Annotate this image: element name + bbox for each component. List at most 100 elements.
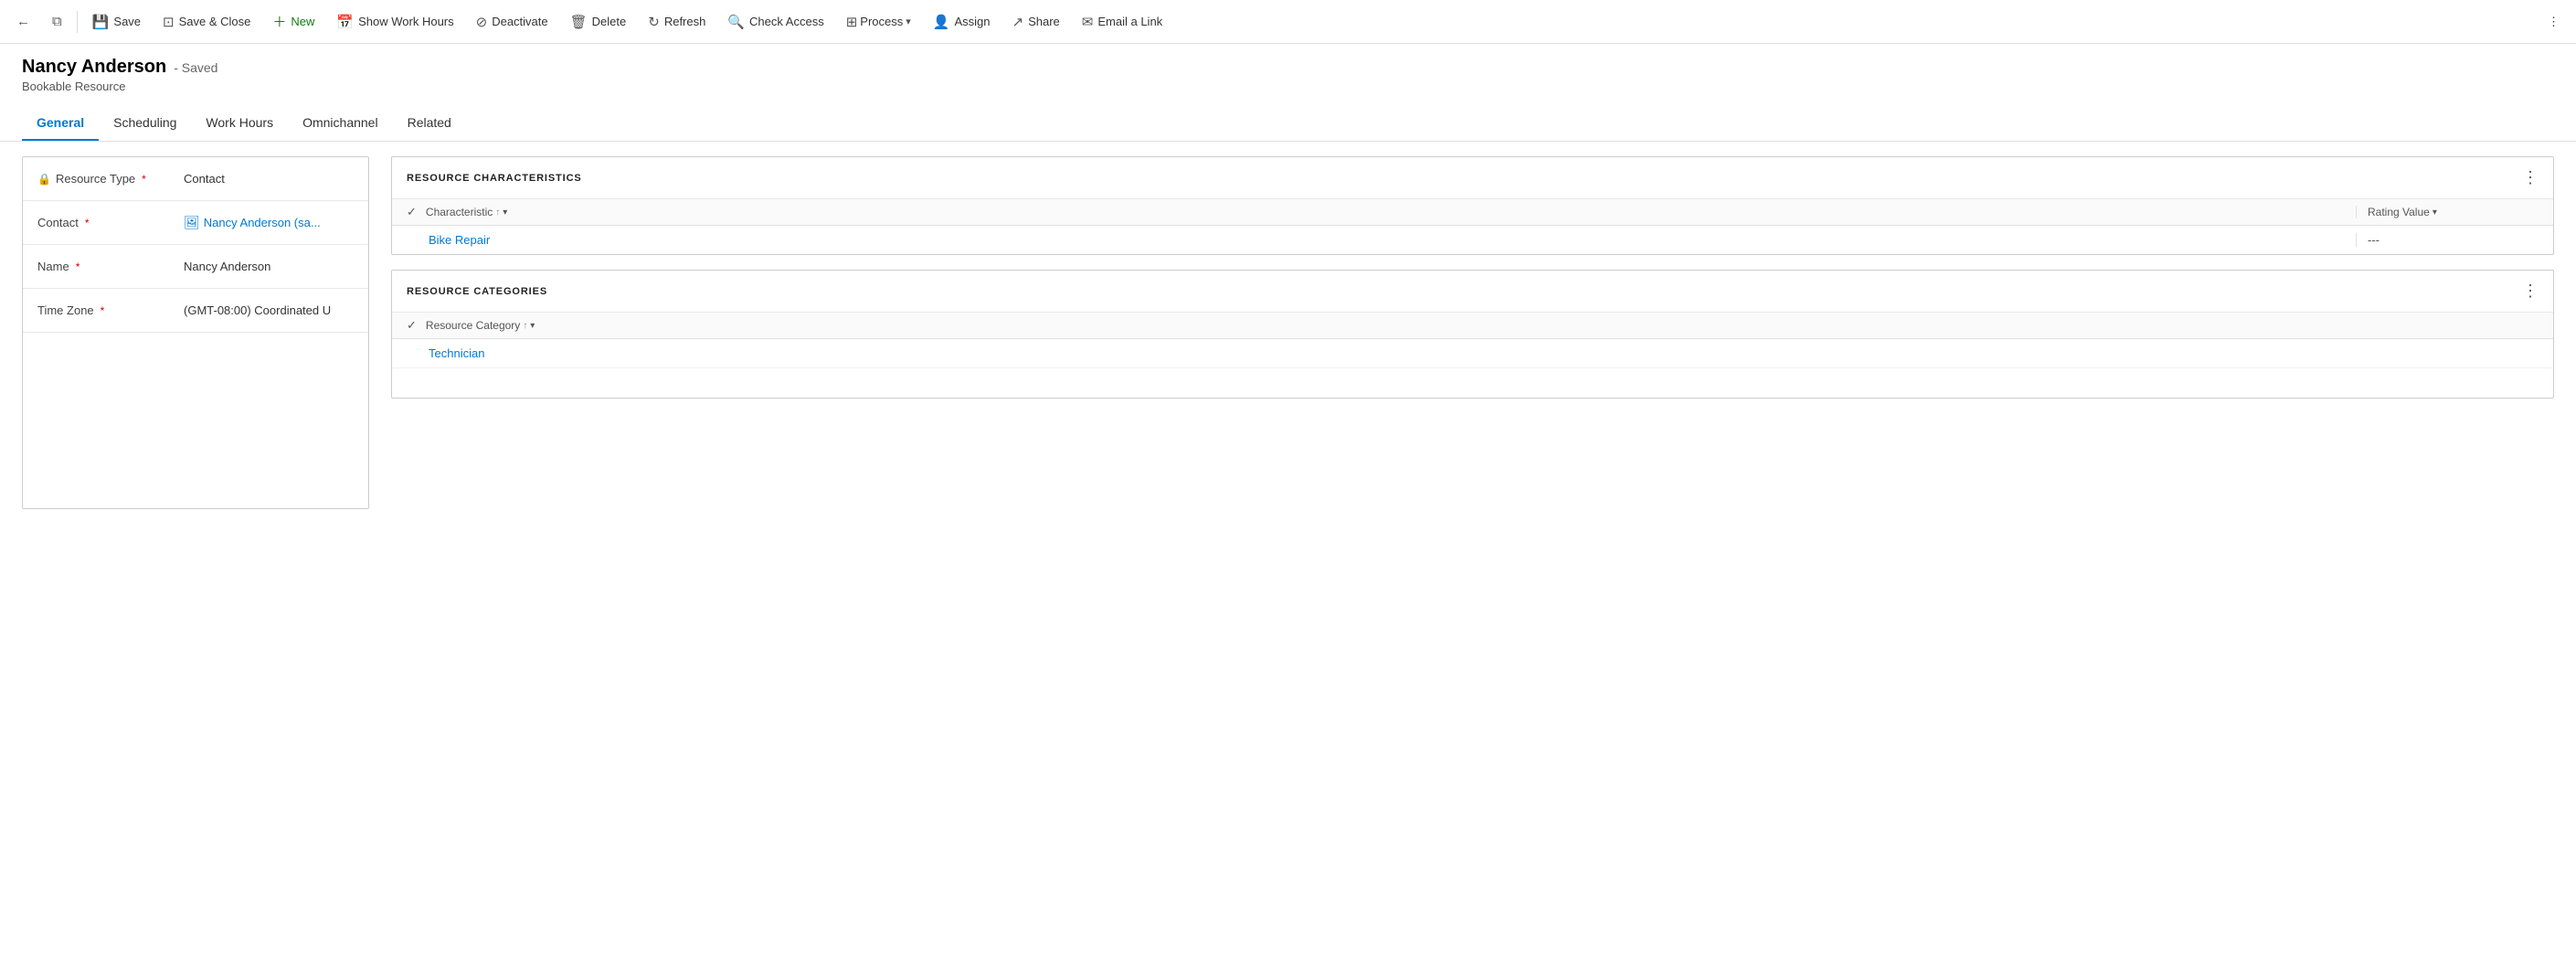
rating-col-header[interactable]: Rating Value ▾ [2356, 206, 2539, 218]
check-access-icon: 🔍 [727, 14, 745, 30]
separator-1 [77, 11, 78, 33]
record-type: Bookable Resource [22, 80, 2554, 93]
refresh-label: Refresh [664, 15, 706, 28]
record-saved-status: - Saved [174, 60, 217, 75]
general-form: 🔒 Resource Type * Contact Contact * 🖼 Na… [22, 156, 369, 509]
required-star-timezone: * [101, 304, 105, 317]
characteristic-col-chevron-icon: ▾ [503, 207, 507, 218]
categories-grid-header: ✓ Resource Category ↑ ▾ [392, 313, 2553, 339]
save-label: Save [113, 15, 141, 28]
characteristics-title: RESOURCE CHARACTERISTICS [407, 173, 582, 184]
deactivate-button[interactable]: ⊘ Deactivate [467, 8, 557, 36]
contact-label: Contact * [37, 216, 184, 229]
refresh-icon: ↻ [648, 14, 660, 30]
pop-out-icon: ⧉ [52, 14, 62, 29]
email-link-button[interactable]: ✉ Email a Link [1073, 8, 1171, 36]
save-icon: 💾 [92, 14, 110, 30]
process-button[interactable]: ⊞ Process ▾ [837, 8, 920, 36]
show-work-hours-label: Show Work Hours [358, 15, 454, 28]
save-button[interactable]: 💾 Save [83, 8, 150, 36]
more-label: ⋮ [2548, 15, 2560, 29]
category-col-chevron-icon: ▾ [530, 321, 535, 331]
characteristic-rating-value: --- [2356, 233, 2539, 247]
empty-row-4 [23, 464, 368, 508]
contact-value[interactable]: 🖼 Nancy Anderson (sa... [184, 215, 354, 230]
back-icon: ← [16, 14, 30, 29]
required-star-name: * [76, 261, 80, 273]
timezone-label: Time Zone * [37, 303, 184, 317]
empty-row-2 [23, 377, 368, 420]
characteristic-sort-asc-icon: ↑ [495, 207, 500, 218]
characteristics-header: RESOURCE CHARACTERISTICS ⋮ [392, 157, 2553, 199]
empty-row-3 [23, 420, 368, 464]
record-header: Nancy Anderson - Saved Bookable Resource [0, 44, 2576, 99]
calendar-icon: 📅 [336, 14, 354, 30]
process-chevron-icon: ▾ [906, 16, 911, 27]
characteristics-check-all[interactable]: ✓ [407, 205, 417, 219]
assign-label: Assign [954, 15, 990, 28]
tab-related[interactable]: Related [393, 106, 466, 141]
characteristic-col-header[interactable]: Characteristic ↑ ▾ [426, 206, 2356, 218]
toolbar: ← ⧉ 💾 Save ⊡ Save & Close ＋ New 📅 Show W… [0, 0, 2576, 44]
characteristic-row: Bike Repair --- [392, 226, 2553, 254]
name-label: Name * [37, 260, 184, 273]
pop-out-button[interactable]: ⧉ [43, 8, 71, 35]
refresh-button[interactable]: ↻ Refresh [639, 8, 715, 36]
resource-characteristics-section: RESOURCE CHARACTERISTICS ⋮ ✓ Characteris… [391, 156, 2554, 255]
required-star-contact: * [85, 217, 90, 229]
right-panel: RESOURCE CHARACTERISTICS ⋮ ✓ Characteris… [391, 156, 2554, 509]
lock-icon: 🔒 [37, 173, 51, 186]
delete-icon: 🗑 [570, 14, 588, 30]
record-title: Nancy Anderson - Saved [22, 57, 2554, 78]
new-button[interactable]: ＋ New [263, 6, 323, 37]
email-link-label: Email a Link [1097, 15, 1162, 28]
share-button[interactable]: ↗ Share [1003, 8, 1069, 36]
check-access-label: Check Access [749, 15, 824, 28]
deactivate-icon: ⊘ [476, 14, 488, 30]
tab-work-hours[interactable]: Work Hours [191, 106, 288, 141]
empty-row-1 [23, 333, 368, 377]
resource-categories-section: RESOURCE CATEGORIES ⋮ ✓ Resource Categor… [391, 270, 2554, 399]
new-icon: ＋ [272, 12, 286, 31]
record-name: Nancy Anderson [22, 57, 166, 78]
delete-label: Delete [592, 15, 627, 28]
categories-more-button[interactable]: ⋮ [2522, 282, 2539, 301]
tab-omnichannel[interactable]: Omnichannel [288, 106, 393, 141]
main-content: 🔒 Resource Type * Contact Contact * 🖼 Na… [0, 142, 2576, 524]
timezone-value[interactable]: (GMT-08:00) Coordinated U [184, 303, 354, 317]
share-label: Share [1028, 15, 1060, 28]
delete-button[interactable]: 🗑 Delete [561, 8, 636, 36]
characteristic-name-value[interactable]: Bike Repair [429, 233, 2356, 247]
name-row: Name * Nancy Anderson [23, 245, 368, 289]
resource-category-col-header[interactable]: Resource Category ↑ ▾ [426, 319, 2539, 332]
assign-button[interactable]: 👤 Assign [924, 8, 1000, 36]
deactivate-label: Deactivate [492, 15, 547, 28]
categories-header: RESOURCE CATEGORIES ⋮ [392, 271, 2553, 313]
process-icon: ⊞ [846, 14, 858, 30]
timezone-row: Time Zone * (GMT-08:00) Coordinated U [23, 289, 368, 333]
category-name-value[interactable]: Technician [429, 346, 2539, 360]
left-panel: 🔒 Resource Type * Contact Contact * 🖼 Na… [22, 156, 369, 509]
tab-general[interactable]: General [22, 106, 99, 141]
save-close-button[interactable]: ⊡ Save & Close [154, 8, 260, 36]
process-label: Process [860, 15, 903, 28]
rating-col-chevron-icon: ▾ [2433, 207, 2437, 218]
check-access-button[interactable]: 🔍 Check Access [718, 8, 832, 36]
save-close-icon: ⊡ [163, 14, 175, 30]
category-sort-asc-icon: ↑ [523, 321, 527, 331]
name-value[interactable]: Nancy Anderson [184, 260, 354, 273]
contact-person-icon: 🖼 [184, 215, 200, 230]
characteristics-more-button[interactable]: ⋮ [2522, 168, 2539, 187]
categories-title: RESOURCE CATEGORIES [407, 286, 547, 297]
categories-check-all[interactable]: ✓ [407, 318, 417, 333]
category-row: Technician [392, 339, 2553, 368]
contact-row: Contact * 🖼 Nancy Anderson (sa... [23, 201, 368, 245]
assign-icon: 👤 [933, 14, 950, 30]
back-button[interactable]: ← [7, 8, 39, 35]
tabs-container: General Scheduling Work Hours Omnichanne… [0, 106, 2576, 142]
show-work-hours-button[interactable]: 📅 Show Work Hours [327, 8, 462, 36]
more-button[interactable]: ⋮ [2539, 9, 2569, 35]
save-close-label: Save & Close [179, 15, 251, 28]
resource-type-row: 🔒 Resource Type * Contact [23, 157, 368, 201]
tab-scheduling[interactable]: Scheduling [99, 106, 191, 141]
